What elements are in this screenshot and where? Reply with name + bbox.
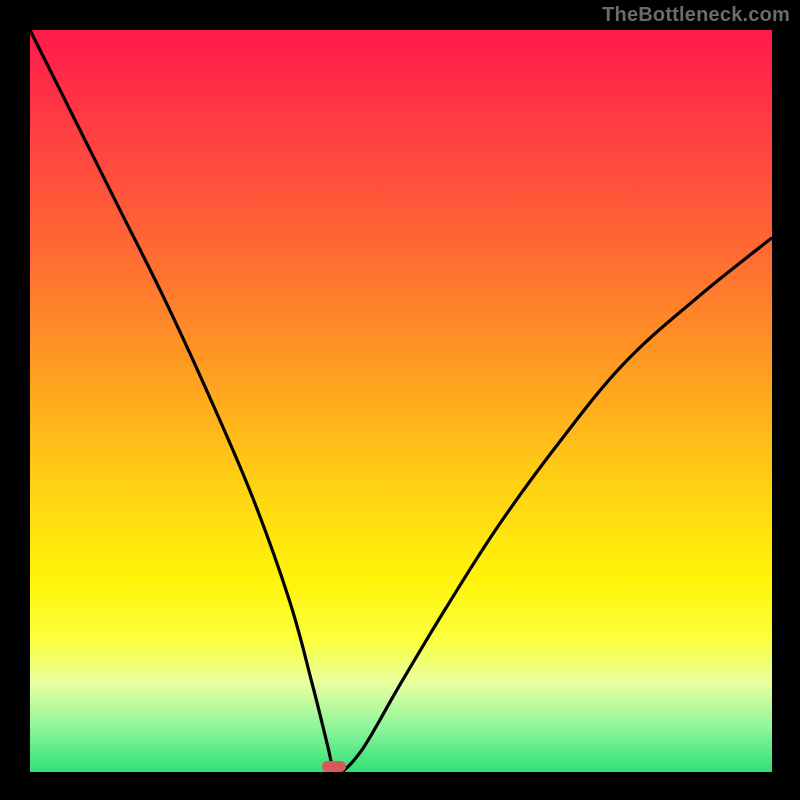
attribution-text: TheBottleneck.com bbox=[602, 4, 790, 27]
dip-marker bbox=[322, 761, 346, 772]
chart-frame: TheBottleneck.com bbox=[0, 0, 800, 800]
bottleneck-curve bbox=[30, 30, 772, 772]
curve-layer bbox=[30, 30, 772, 772]
plot-area bbox=[30, 30, 772, 772]
